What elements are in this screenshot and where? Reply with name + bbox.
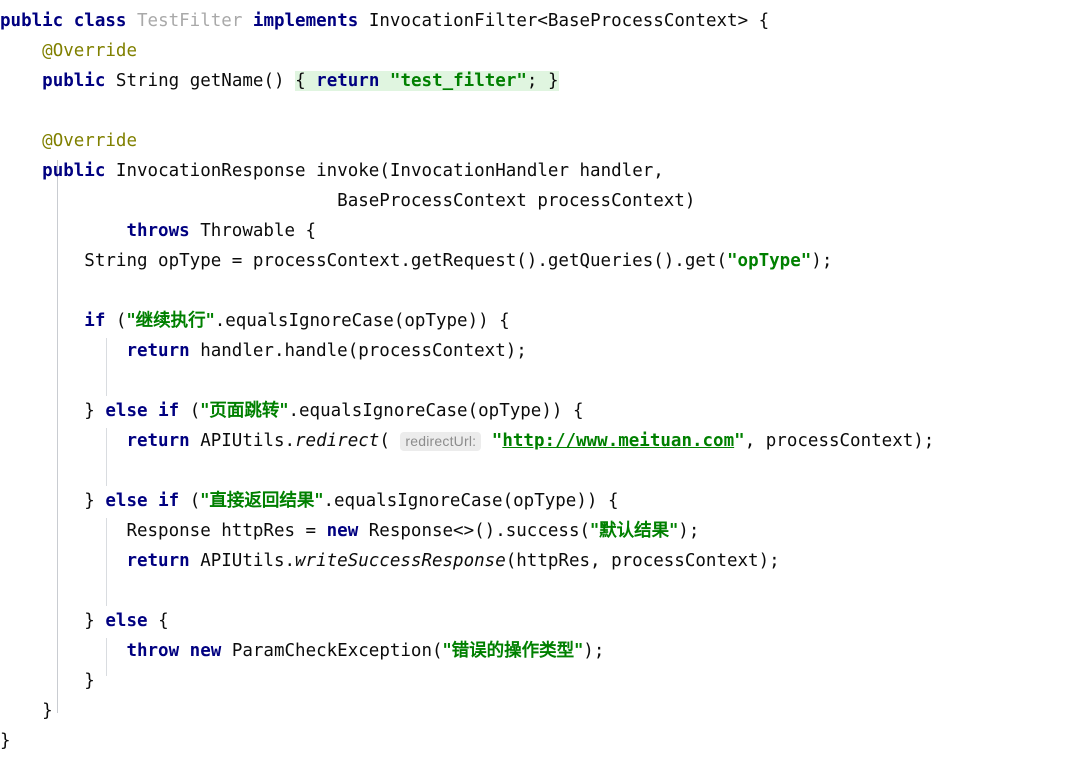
code-line-2[interactable]: @Override <box>0 36 1066 66</box>
token-return-type-invocationresponse[interactable]: InvocationResponse <box>116 161 306 181</box>
code-line-1[interactable]: public class TestFilter implements Invoc… <box>0 6 1066 36</box>
code-line-21[interactable]: } else { <box>0 606 1066 636</box>
code-line-18[interactable]: Response httpRes = new Response<>().succ… <box>0 516 1066 546</box>
token-response-success-mid[interactable]: Response<>().success( <box>358 521 590 541</box>
token-response-suffix: ); <box>678 521 700 541</box>
token-keyword-return-3: return <box>126 431 190 451</box>
token-annotation-override-2[interactable]: @Override <box>42 131 137 151</box>
token-quote-open: " <box>491 431 503 451</box>
token-keyword-public-2: public <box>42 71 106 91</box>
code-line-20-blank <box>0 576 1066 606</box>
token-handler-handle-call[interactable]: handler.handle(processContext); <box>190 341 527 361</box>
code-line-6[interactable]: public InvocationResponse invoke(Invocat… <box>0 156 1066 186</box>
token-if-cond-suffix-2: .equalsIgnoreCase(opType)) { <box>288 401 584 421</box>
code-line-14[interactable]: } else if ("页面跳转".equalsIgnoreCase(opTyp… <box>0 396 1066 426</box>
token-annotation-override-1[interactable]: @Override <box>42 41 137 61</box>
code-line-19[interactable]: return APIUtils.writeSuccessResponse(htt… <box>0 546 1066 576</box>
token-paren-1: ( <box>105 311 127 331</box>
token-type-string[interactable]: String <box>116 71 179 91</box>
token-keyword-new-2: new <box>189 641 222 661</box>
token-close-brace-3: } <box>84 611 106 631</box>
token-keyword-new-1: new <box>326 521 359 541</box>
token-optype-suffix: ); <box>811 251 833 271</box>
token-paren-2: ( <box>179 401 201 421</box>
code-line-7[interactable]: BaseProcessContext processContext) <box>0 186 1066 216</box>
code-editor[interactable]: public class TestFilter implements Invoc… <box>0 0 1066 768</box>
token-keyword-else-2: else <box>105 491 148 511</box>
code-line-3[interactable]: public String getName() { return "test_f… <box>0 66 1066 96</box>
token-close-brace-1: } <box>84 401 106 421</box>
code-line-11[interactable]: if ("继续执行".equalsIgnoreCase(opType)) { <box>0 306 1066 336</box>
token-exception-paramcheckexception[interactable]: ParamCheckException( <box>221 641 443 661</box>
token-type-throwable[interactable]: Throwable { <box>200 221 316 241</box>
code-line-9[interactable]: String opType = processContext.getReques… <box>0 246 1066 276</box>
code-line-23[interactable]: } <box>0 666 1066 696</box>
code-line-10-blank <box>0 276 1066 306</box>
token-class-name[interactable]: TestFilter <box>137 11 242 31</box>
token-keyword-else-3: else <box>105 611 148 631</box>
token-keyword-if-1: if <box>84 311 106 331</box>
token-string-page-redirect[interactable]: "页面跳转" <box>200 401 288 421</box>
token-paren-3: ( <box>379 431 401 451</box>
token-string-optype[interactable]: "opType" <box>727 251 811 271</box>
token-keyword-return-4: return <box>126 551 190 571</box>
token-keyword-return-1: return <box>316 71 380 91</box>
token-keyword-public: public <box>0 11 64 31</box>
token-keyword-return-2: return <box>126 341 190 361</box>
code-line-5[interactable]: @Override <box>0 126 1066 156</box>
code-line-16-blank <box>0 456 1066 486</box>
token-paren-4: ( <box>179 491 201 511</box>
code-line-25[interactable]: } <box>0 726 1066 756</box>
token-writesuccess-suffix: (httpRes, processContext); <box>505 551 780 571</box>
token-keyword-if-3: if <box>158 491 180 511</box>
token-param-processcontext[interactable]: BaseProcessContext processContext) <box>337 191 695 211</box>
token-keyword-throws: throws <box>126 221 190 241</box>
code-line-12[interactable]: return handler.handle(processContext); <box>0 336 1066 366</box>
token-throw-suffix: ); <box>583 641 605 661</box>
token-string-direct-return[interactable]: "直接返回结果" <box>200 491 323 511</box>
token-method-redirect[interactable]: redirect <box>295 431 379 451</box>
token-keyword-if-2: if <box>158 401 180 421</box>
token-string-default-result[interactable]: "默认结果" <box>590 521 678 541</box>
token-string-continue-exec[interactable]: "继续执行" <box>126 311 214 331</box>
token-close-brace-2: } <box>84 491 106 511</box>
token-open-brace: { <box>758 11 770 31</box>
token-string-wrong-op-type[interactable]: "错误的操作类型" <box>443 641 584 661</box>
code-line-17[interactable]: } else if ("直接返回结果".equalsIgnoreCase(opT… <box>0 486 1066 516</box>
token-redirect-suffix: , processContext); <box>744 431 935 451</box>
token-open-brace-highlight: { <box>295 71 306 91</box>
code-content[interactable]: public class TestFilter implements Invoc… <box>0 0 1066 756</box>
code-line-4-blank <box>0 96 1066 126</box>
code-line-24[interactable]: } <box>0 696 1066 726</box>
token-optype-assignment-prefix[interactable]: String opType = processContext.getReques… <box>84 251 727 271</box>
code-line-8[interactable]: throws Throwable { <box>0 216 1066 246</box>
token-keyword-public-3: public <box>42 161 106 181</box>
token-close-brace-highlight: } <box>547 71 559 91</box>
token-if-cond-suffix-3: .equalsIgnoreCase(opType)) { <box>323 491 619 511</box>
token-close-brace-6: } <box>0 731 11 751</box>
token-keyword-class: class <box>73 11 127 31</box>
code-line-13-blank <box>0 366 1066 396</box>
token-semicolon: ; <box>526 71 538 91</box>
token-string-test-filter[interactable]: "test_filter" <box>389 71 527 91</box>
token-apiutils-prefix-2[interactable]: APIUtils. <box>190 551 295 571</box>
token-keyword-else-1: else <box>105 401 148 421</box>
token-quote-close: " <box>734 431 745 451</box>
token-close-brace-4: } <box>84 671 95 691</box>
token-if-cond-suffix-1: .equalsIgnoreCase(opType)) { <box>214 311 510 331</box>
token-method-getname[interactable]: getName() <box>190 71 285 91</box>
token-supertype[interactable]: InvocationFilter<BaseProcessContext> <box>369 11 748 31</box>
token-method-writesuccessresponse[interactable]: writeSuccessResponse <box>295 551 506 571</box>
token-keyword-throw: throw <box>126 641 180 661</box>
token-response-decl-prefix[interactable]: Response httpRes = <box>126 521 326 541</box>
token-open-brace-else: { <box>147 611 169 631</box>
token-apiutils-prefix-1[interactable]: APIUtils. <box>190 431 295 451</box>
token-keyword-implements: implements <box>252 11 359 31</box>
token-method-invoke-signature[interactable]: invoke(InvocationHandler handler, <box>316 161 664 181</box>
token-url-meituan[interactable]: http://www.meituan.com <box>502 431 734 451</box>
inlay-hint-redirecturl[interactable]: redirectUrl: <box>400 432 482 451</box>
code-line-22[interactable]: throw new ParamCheckException("错误的操作类型")… <box>0 636 1066 666</box>
token-close-brace-5: } <box>42 701 53 721</box>
code-line-15[interactable]: return APIUtils.redirect( redirectUrl: "… <box>0 426 1066 456</box>
